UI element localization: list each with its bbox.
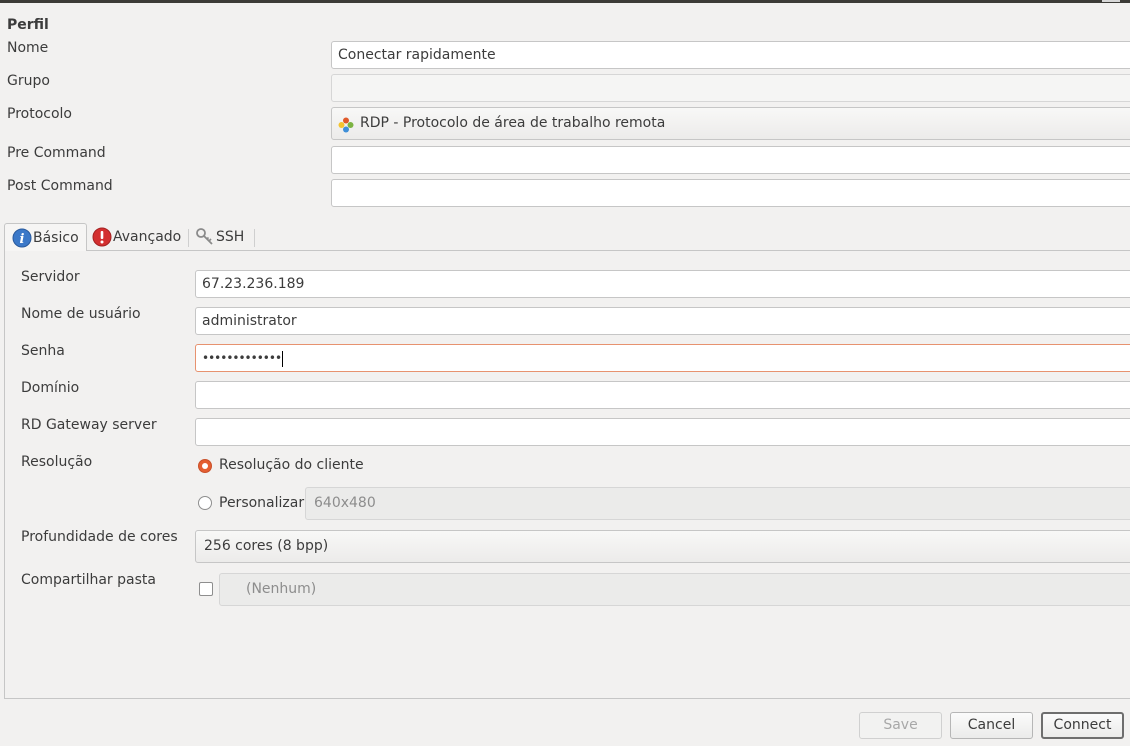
name-label: Nome [7,40,49,56]
color-depth-label: Profundidade de cores [21,529,178,545]
resolution-custom-select[interactable]: 640x480 [305,487,1130,520]
tab-ssh[interactable]: SSH [195,223,255,251]
rdp-protocol-icon [338,114,354,133]
server-label: Servidor [21,269,80,285]
resolution-custom-label[interactable]: Personalizar [219,495,304,511]
password-input[interactable]: ••••••••••••• [195,344,1130,372]
tab-basico[interactable]: i Básico [4,223,87,251]
share-folder-label: Compartilhar pasta [21,572,156,588]
pre-command-label: Pre Command [7,145,106,161]
profile-section-title: Perfil [7,17,49,33]
protocol-label: Protocolo [7,106,72,122]
svg-text:i: i [20,232,25,247]
ssh-keys-icon [195,227,215,247]
share-folder-chooser[interactable]: (Nenhum) [219,573,1130,606]
username-input[interactable]: administrator [195,307,1130,335]
tab-avancado[interactable]: Avançado [92,223,189,251]
username-label: Nome de usuário [21,306,141,322]
tab-basico-label: Básico [33,230,79,246]
window-corner-indicator [1102,0,1120,2]
resolution-client-label[interactable]: Resolução do cliente [219,457,364,473]
protocol-select[interactable]: RDP - Protocolo de área de trabalho remo… [331,107,1130,140]
share-folder-checkbox[interactable] [199,582,213,596]
tab-separator [188,229,189,247]
warning-icon [92,227,112,247]
protocol-select-value: RDP - Protocolo de área de trabalho remo… [360,115,666,131]
gateway-label: RD Gateway server [21,417,157,433]
password-masked-value: ••••••••••••• [202,351,282,365]
password-label: Senha [21,343,65,359]
color-depth-select[interactable]: 256 cores (8 bpp) [195,530,1130,563]
gateway-input[interactable] [195,418,1130,446]
name-input[interactable]: Conectar rapidamente [331,41,1130,69]
save-button[interactable]: Save [859,712,942,739]
domain-input[interactable] [195,381,1130,409]
window-top-border [0,0,1130,3]
post-command-label: Post Command [7,178,113,194]
server-input[interactable]: 67.23.236.189 [195,270,1130,298]
pre-command-input[interactable] [331,146,1130,174]
info-icon: i [12,228,32,248]
group-label: Grupo [7,73,50,89]
tab-avancado-label: Avançado [113,229,182,245]
connect-button[interactable]: Connect [1041,712,1124,739]
resolution-custom-radio[interactable] [198,496,212,510]
resolution-label: Resolução [21,454,93,470]
group-input[interactable] [331,74,1130,102]
cancel-button[interactable]: Cancel [950,712,1033,739]
tab-separator [254,229,255,247]
domain-label: Domínio [21,380,80,396]
resolution-client-radio[interactable] [198,459,212,473]
text-caret [282,350,284,367]
tab-ssh-label: SSH [216,229,245,245]
post-command-input[interactable] [331,179,1130,207]
